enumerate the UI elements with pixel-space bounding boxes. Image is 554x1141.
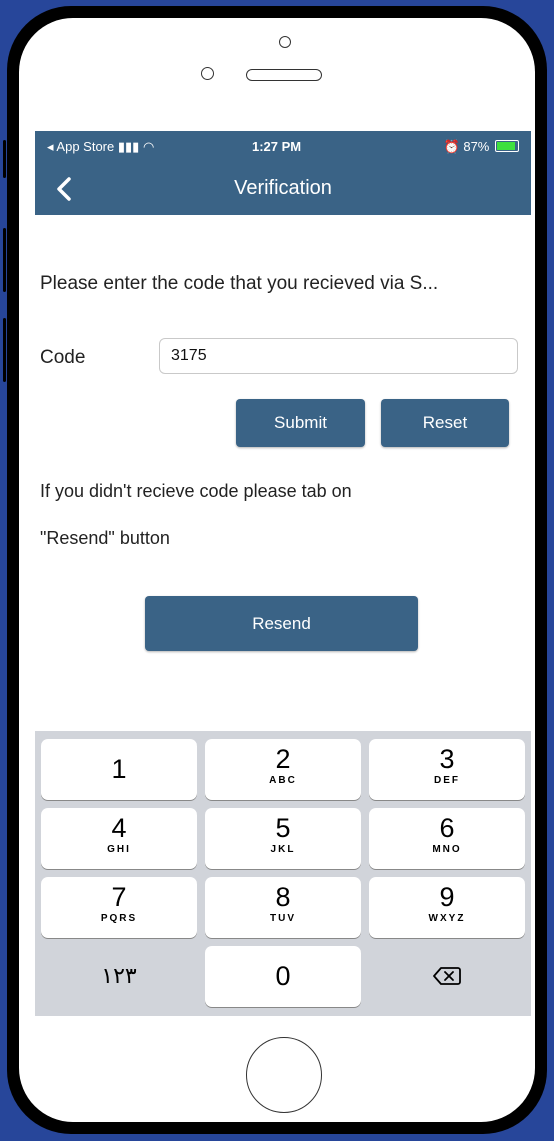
screen: ◂ App Store ▮▮▮ ◠ 1:27 PM ⏰ 87% Verifica… [35,131,531,1016]
key-1[interactable]: 1 [41,739,197,800]
key-digit: ١٢٣ [101,963,137,988]
key-letters: MNO [432,844,462,855]
key-6[interactable]: 6 MNO [369,808,525,869]
key-letters: TUV [270,913,296,924]
code-label: Code [40,347,86,368]
status-bar: ◂ App Store ▮▮▮ ◠ 1:27 PM ⏰ 87% [35,131,531,161]
front-camera [279,36,291,48]
home-button[interactable] [246,1037,322,1113]
code-input[interactable] [159,338,518,374]
signal-icon: ▮▮▮ [117,139,140,154]
key-digit: 3 [439,744,455,774]
battery-percent: 87% [463,139,490,154]
reset-button[interactable]: Reset [381,399,509,447]
key-arabic-numerals[interactable]: ١٢٣ [41,946,197,1007]
key-digit: 5 [275,813,291,843]
key-digit: 2 [275,744,291,774]
navigation-bar: ◂ App Store ▮▮▮ ◠ 1:27 PM ⏰ 87% Verifica… [35,131,531,215]
key-0[interactable]: 0 [205,946,361,1007]
key-4[interactable]: 4 GHI [41,808,197,869]
key-7[interactable]: 7 PQRS [41,877,197,938]
resend-hint-line2: "Resend" button [40,528,170,548]
back-to-app-label[interactable]: ◂ App Store [47,139,114,154]
resend-button[interactable]: Resend [145,596,418,651]
key-digit: 9 [439,882,455,912]
key-letters: GHI [107,844,131,855]
key-9[interactable]: 9 WXYZ [369,877,525,938]
status-left[interactable]: ◂ App Store ▮▮▮ ◠ [47,139,154,155]
battery-icon [495,140,519,152]
key-delete[interactable] [369,946,525,1007]
key-8[interactable]: 8 TUV [205,877,361,938]
earpiece-speaker [246,69,322,81]
key-digit: 8 [275,882,291,912]
key-5[interactable]: 5 JKL [205,808,361,869]
key-3[interactable]: 3 DEF [369,739,525,800]
side-button-volume-down [3,318,6,382]
key-digit: 7 [111,882,127,912]
resend-hint-line1: If you didn't recieve code please tab on [40,481,352,501]
key-2[interactable]: 2 ABC [205,739,361,800]
alarm-icon: ⏰ [443,139,460,154]
key-letters: ABC [269,775,297,786]
instruction-text: Please enter the code that you recieved … [40,273,439,294]
proximity-sensor [201,67,214,80]
key-digit: 1 [111,754,127,784]
key-digit: 0 [275,961,291,991]
key-digit: 4 [111,813,127,843]
wifi-icon: ◠ [142,139,155,154]
key-letters: WXYZ [428,913,466,924]
key-letters: DEF [434,775,460,786]
submit-button[interactable]: Submit [236,399,365,447]
status-time: 1:27 PM [252,139,302,154]
numeric-keypad: 1 2 ABC 3 DEF 4 GHI 5 JKL 6 MNO 7 PQRS 8… [35,731,531,1016]
key-letters: PQRS [100,913,138,924]
backspace-icon [433,967,461,985]
side-button-mute [3,140,6,178]
page-title: Verification [234,177,332,199]
side-button-volume-up [3,228,6,292]
status-right: ⏰ 87% [444,139,519,155]
key-letters: JKL [270,844,296,855]
key-digit: 6 [439,813,455,843]
